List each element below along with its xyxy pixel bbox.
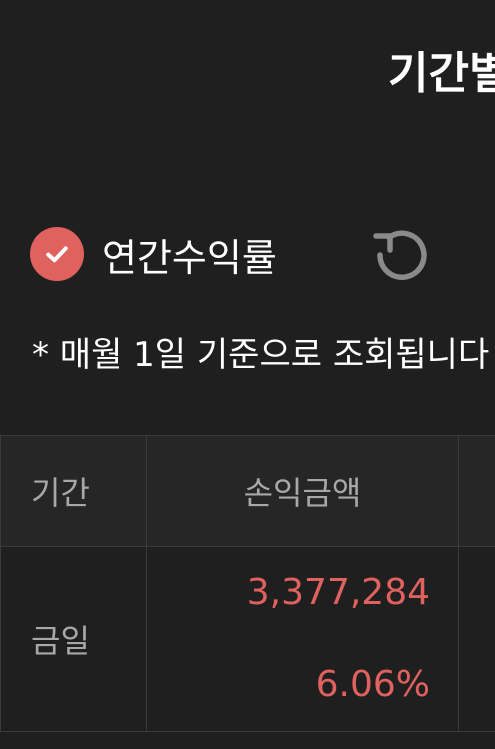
page-title: 기간별 [388,48,495,99]
column-header-period: 기간 [0,435,147,547]
profit-amount: 3,377,284 [246,572,430,613]
row-period: 금일 [0,546,147,732]
checkbox-label: 연간수익률 [102,235,277,280]
check-icon[interactable] [30,227,84,281]
row-amount-cell: 3,377,284 6.06% [146,546,459,732]
returns-table: 기간 손익금액 금일 3,377,284 6.06% [0,435,495,732]
table-header-row: 기간 손익금액 [0,435,495,547]
refresh-icon[interactable] [368,220,438,290]
column-header-amount: 손익금액 [146,435,459,547]
annual-return-checkbox[interactable]: 연간수익률 [30,222,277,286]
info-note: * 매월 1일 기준으로 조회됩니다 [32,335,490,375]
profit-rate: 6.06% [315,664,430,705]
screen: 기간별 연간수익률 * 매월 1일 기준으로 조회됩니다 기간 손익금액 금일 … [0,0,495,749]
row-extra-cell [458,546,495,732]
table-row[interactable]: 금일 3,377,284 6.06% [0,546,495,732]
column-header-extra [458,435,495,547]
